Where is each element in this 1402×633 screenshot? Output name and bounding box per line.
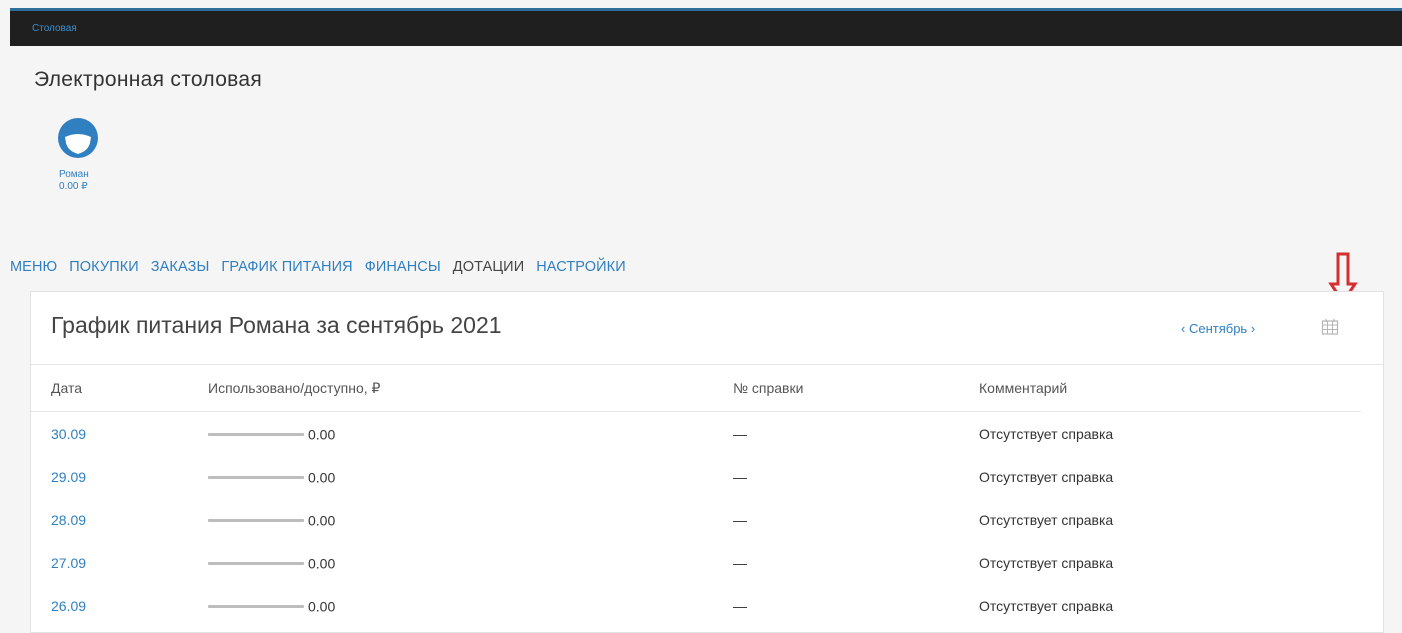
- usage-bar: [208, 561, 304, 565]
- row-used-value: 0.00: [308, 598, 336, 615]
- panel-title: График питания Романа за сентябрь 2021: [51, 312, 502, 338]
- table-row: 29.09 0.00 — Отсутствует справка: [31, 455, 1361, 498]
- row-date-link[interactable]: 28.09: [51, 512, 86, 528]
- meal-schedule-panel: График питания Романа за сентябрь 2021 ‹…: [30, 291, 1384, 633]
- nav-settings[interactable]: НАСТРОЙКИ: [536, 259, 626, 281]
- row-comment: Отсутствует справка: [979, 425, 1114, 442]
- nav-finance[interactable]: ФИНАНСЫ: [365, 259, 441, 281]
- nav-meal-schedule[interactable]: ГРАФИК ПИТАНИЯ: [221, 259, 352, 281]
- user-card[interactable]: Роман 0.00 ₽: [58, 118, 118, 193]
- prev-month-button[interactable]: ‹: [1181, 321, 1185, 336]
- column-header-date: Дата: [31, 365, 208, 412]
- row-used-value: 0.00: [308, 426, 336, 443]
- page: Электронная столовая Роман 0.00 ₽ МЕНЮ П…: [10, 46, 1402, 633]
- current-month-label[interactable]: Сентябрь: [1189, 321, 1247, 336]
- row-date-link[interactable]: 26.09: [51, 598, 86, 614]
- row-ref: —: [733, 597, 747, 614]
- nav-purchases[interactable]: ПОКУПКИ: [69, 259, 139, 281]
- row-ref: —: [733, 468, 747, 485]
- month-switcher: ‹ Сентябрь ›: [1181, 321, 1255, 336]
- row-date-link[interactable]: 29.09: [51, 469, 86, 485]
- column-header-comment: Комментарий: [979, 365, 1361, 412]
- breadcrumb-canteen[interactable]: Столовая: [32, 23, 77, 34]
- table-row: 28.09 0.00 — Отсутствует справка: [31, 498, 1361, 541]
- nav-subsidies[interactable]: ДОТАЦИИ: [453, 259, 524, 281]
- row-comment: Отсутствует справка: [979, 511, 1114, 528]
- row-comment: Отсутствует справка: [979, 554, 1114, 571]
- nav-orders[interactable]: ЗАКАЗЫ: [151, 259, 210, 281]
- usage-bar: [208, 475, 304, 479]
- table-header-row: Дата Использовано/доступно, ₽ № справки …: [31, 365, 1361, 412]
- user-name: Роман: [59, 169, 89, 180]
- usage-bar: [208, 432, 304, 436]
- row-ref: —: [733, 554, 747, 571]
- panel-header: График питания Романа за сентябрь 2021 ‹…: [31, 292, 1383, 365]
- row-comment: Отсутствует справка: [979, 468, 1114, 485]
- row-date-link[interactable]: 27.09: [51, 555, 86, 571]
- main-nav: МЕНЮ ПОКУПКИ ЗАКАЗЫ ГРАФИК ПИТАНИЯ ФИНАН…: [10, 259, 638, 281]
- nav-menu[interactable]: МЕНЮ: [10, 259, 57, 281]
- page-title: Электронная столовая: [34, 68, 263, 91]
- column-header-ref: № справки: [733, 365, 979, 412]
- calendar-icon[interactable]: [1321, 318, 1339, 336]
- table-row: 27.09 0.00 — Отсутствует справка: [31, 541, 1361, 584]
- avatar-icon: [58, 118, 98, 158]
- usage-bar: [208, 604, 304, 608]
- row-used-value: 0.00: [308, 469, 336, 486]
- next-month-button[interactable]: ›: [1251, 321, 1255, 336]
- meal-schedule-table: Дата Использовано/доступно, ₽ № справки …: [31, 365, 1361, 627]
- row-date-link[interactable]: 30.09: [51, 426, 86, 442]
- usage-bar: [208, 518, 304, 522]
- top-bar: Столовая: [10, 11, 1402, 46]
- row-comment: Отсутствует справка: [979, 597, 1114, 614]
- row-used-value: 0.00: [308, 512, 336, 529]
- user-balance: 0.00 ₽: [59, 181, 88, 192]
- row-used-value: 0.00: [308, 555, 336, 572]
- row-ref: —: [733, 425, 747, 442]
- table-row: 26.09 0.00 — Отсутствует справка: [31, 584, 1361, 627]
- table-row: 30.09 0.00 — Отсутствует справка: [31, 412, 1361, 456]
- row-ref: —: [733, 511, 747, 528]
- column-header-used: Использовано/доступно, ₽: [208, 365, 733, 412]
